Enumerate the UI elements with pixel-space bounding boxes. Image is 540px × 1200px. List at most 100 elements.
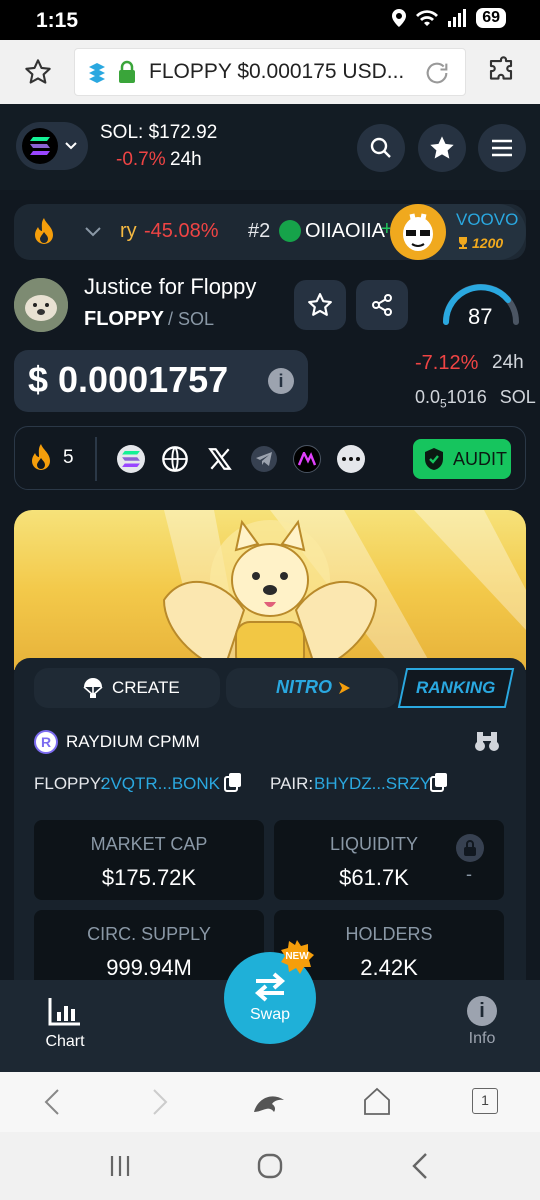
back-arrow-icon[interactable] xyxy=(42,1088,62,1116)
sol-change: -0.7% xyxy=(116,149,166,170)
chart-nav-item[interactable]: Chart xyxy=(30,996,100,1056)
create-tab[interactable]: CREATE xyxy=(34,668,220,708)
token-avatar xyxy=(14,278,68,332)
address-bar[interactable]: FLOPPY $0.000175 USD... xyxy=(74,48,466,96)
status-bar: 1:15 69 xyxy=(0,0,540,40)
favorite-button[interactable] xyxy=(294,280,346,330)
locked-liquidity-value: - xyxy=(466,864,472,884)
price-sol-digits: 1016 xyxy=(446,387,487,407)
lock-icon xyxy=(119,60,135,83)
tab-count: 1 xyxy=(481,1092,489,1108)
signal-icon xyxy=(448,9,467,27)
url-text: FLOPPY $0.000175 USD... xyxy=(149,60,405,83)
promo-count: 1200 xyxy=(472,235,504,251)
status-time: 1:15 xyxy=(36,9,79,32)
token-chain: / SOL xyxy=(168,309,215,329)
bar-chart-icon xyxy=(48,998,80,1026)
pair-address[interactable]: BHYDZ...SRZY xyxy=(314,774,431,794)
site-favicon-icon xyxy=(89,63,105,83)
price-info-button[interactable]: i xyxy=(268,368,294,394)
market-cap-label: MARKET CAP xyxy=(90,834,208,854)
copy-icon[interactable] xyxy=(430,772,448,792)
swap-arrows-icon xyxy=(254,972,286,1002)
nitro-tab[interactable]: NITRO xyxy=(226,668,398,708)
telegram-link[interactable] xyxy=(251,446,277,472)
search-icon xyxy=(370,137,391,158)
ticker-token-avatar xyxy=(279,220,301,242)
hamburger-menu-icon xyxy=(492,139,512,157)
parachute-icon xyxy=(83,678,103,698)
liquidity-card: LIQUIDITY $61.7K - xyxy=(274,820,504,900)
swap-label: Swap xyxy=(249,1006,291,1023)
star-icon xyxy=(430,136,454,159)
solana-logo-icon xyxy=(30,137,50,155)
home-icon[interactable] xyxy=(362,1086,392,1116)
watchlist-button[interactable] xyxy=(418,124,466,172)
chevron-down-icon xyxy=(65,142,77,150)
app-content: SOL: $172.92 -0.7% 24h ry -45.08% #2 OII… xyxy=(0,104,540,1072)
x-twitter-icon[interactable] xyxy=(207,446,233,472)
dolphin-icon[interactable] xyxy=(252,1090,286,1116)
ticker-token-name: OIIAOIIA xyxy=(305,220,386,242)
home-circle-icon[interactable] xyxy=(256,1152,284,1180)
menu-button[interactable] xyxy=(478,124,526,172)
price-in-sol: 0.051016 SOL xyxy=(415,387,536,411)
battery-indicator: 69 xyxy=(476,8,506,28)
circ-supply-label: CIRC. SUPPLY xyxy=(87,924,211,944)
info-nav-item[interactable]: i Info xyxy=(447,996,517,1056)
audit-button[interactable]: AUDIT xyxy=(413,439,511,479)
ticker-item-name: ry xyxy=(120,220,137,242)
bookmark-star-icon[interactable] xyxy=(24,58,52,86)
token-address[interactable]: 2VQTR...BONK xyxy=(101,774,220,794)
trending-ticker[interactable]: ry -45.08% #2 OIIAOIIA + VOOVO 1200 xyxy=(14,204,526,260)
angel-dog-illustration xyxy=(162,510,526,670)
info-icon: i xyxy=(278,371,284,391)
shield-check-icon xyxy=(425,448,443,470)
price-change-period: 24h xyxy=(492,352,524,373)
website-globe-icon[interactable] xyxy=(161,445,189,473)
price-sol-unit: SOL xyxy=(499,387,536,407)
reload-icon[interactable] xyxy=(423,59,451,87)
social-bar: 5 AUDIT xyxy=(14,426,526,490)
token-address-label: FLOPPY: xyxy=(34,774,105,793)
nitro-tab-label: NITRO xyxy=(276,677,332,697)
more-links-button[interactable] xyxy=(337,445,365,473)
ranking-tab[interactable]: RANKING xyxy=(397,668,515,708)
price-box: $ 0.0001757 i xyxy=(14,350,308,412)
wifi-icon xyxy=(416,10,439,26)
voovo-avatar xyxy=(390,204,446,260)
price-sol-subscript: 5 xyxy=(440,396,447,411)
forward-arrow-icon[interactable] xyxy=(150,1088,170,1116)
boost-flame-icon[interactable] xyxy=(29,443,53,473)
more-dots-icon xyxy=(342,457,360,461)
solana-link[interactable] xyxy=(117,445,145,473)
recent-apps-icon[interactable] xyxy=(108,1154,132,1178)
ticker-item-change: -45.08% xyxy=(144,220,219,242)
lock-badge[interactable] xyxy=(456,834,484,862)
search-button[interactable] xyxy=(357,124,405,172)
binoculars-icon[interactable] xyxy=(474,730,500,754)
ticker-rank: #2 xyxy=(248,220,271,242)
extensions-puzzle-icon[interactable] xyxy=(486,56,516,86)
trust-score-gauge[interactable]: 87 xyxy=(438,280,524,340)
liquidity-label: LIQUIDITY xyxy=(329,834,418,854)
back-icon[interactable] xyxy=(410,1152,430,1180)
tabs-button[interactable]: 1 xyxy=(472,1088,498,1114)
new-badge: NEW xyxy=(280,940,314,974)
dex-link[interactable] xyxy=(293,445,321,473)
token-price: $ 0.0001757 xyxy=(28,359,229,400)
token-symbol: FLOPPY xyxy=(84,308,165,330)
chevron-down-icon[interactable] xyxy=(84,226,102,238)
chain-selector[interactable] xyxy=(16,122,88,170)
copy-icon[interactable] xyxy=(224,772,242,792)
raydium-logo: R xyxy=(34,730,58,754)
share-button[interactable] xyxy=(356,280,408,330)
trophy-icon xyxy=(459,237,467,249)
browser-toolbar: FLOPPY $0.000175 USD... xyxy=(0,40,540,104)
solana-icon xyxy=(122,451,140,467)
chart-nav-label: Chart xyxy=(45,1033,85,1050)
promo-token-badge[interactable]: VOOVO 1200 xyxy=(390,204,526,260)
token-photo xyxy=(14,278,68,332)
create-tab-label: CREATE xyxy=(112,678,180,697)
boost-count: 5 xyxy=(63,447,74,468)
